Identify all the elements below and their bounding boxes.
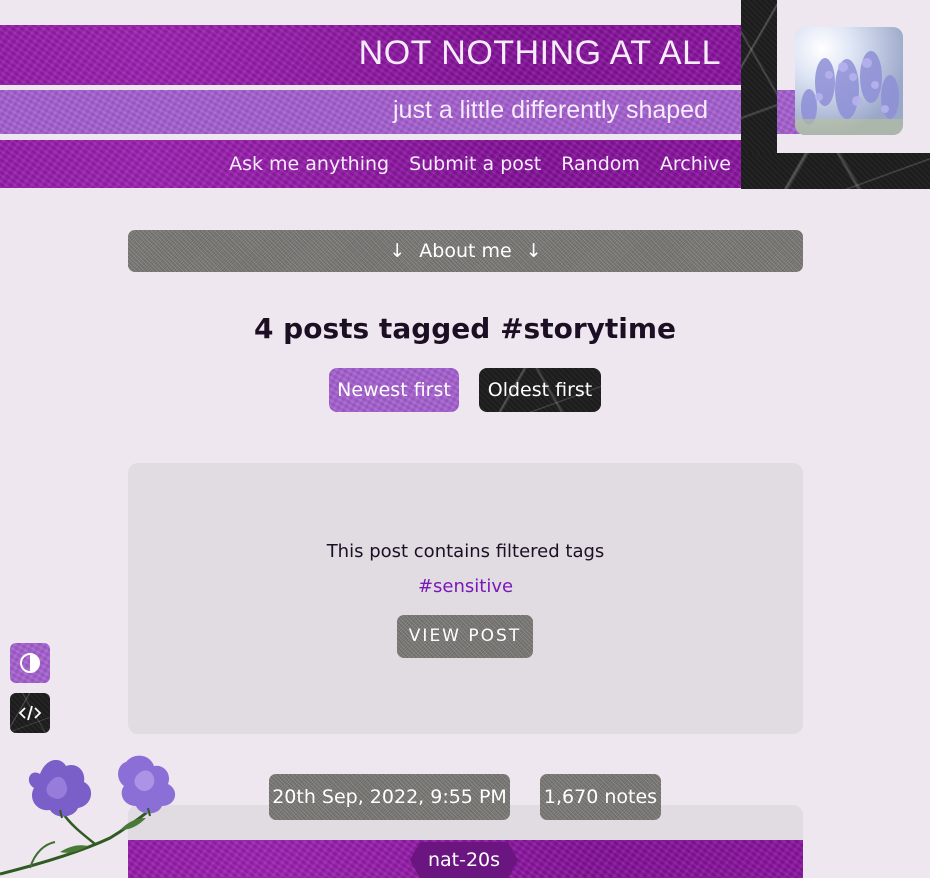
filtered-tags-notice: This post contains filtered tags xyxy=(326,541,605,562)
post-author-name[interactable]: nat-20s xyxy=(410,842,518,878)
tag-page-heading: 4 posts tagged #storytime xyxy=(253,312,677,345)
post-notes-count[interactable]: 1,670 notes xyxy=(540,774,661,820)
blog-title[interactable]: NOT NOTHING AT ALL xyxy=(0,25,741,85)
filtered-tag-link[interactable]: #sensitive xyxy=(128,576,803,597)
post-date-link[interactable]: 20th Sep, 2022, 9:55 PM xyxy=(269,774,510,820)
nav-ask-me-anything[interactable]: Ask me anything xyxy=(229,153,389,175)
about-me-toggle[interactable]: ↓ About me ↓ xyxy=(128,230,803,272)
arrow-down-icon: ↓ xyxy=(525,240,542,262)
contrast-toggle-button[interactable] xyxy=(10,643,50,683)
nav-archive[interactable]: Archive xyxy=(660,153,731,175)
sort-newest-first-button[interactable]: Newest first xyxy=(329,368,459,412)
top-navigation: Ask me anything Submit a post Random Arc… xyxy=(0,140,741,188)
contrast-icon xyxy=(20,653,40,673)
bellflower-decoration xyxy=(0,755,176,876)
code-view-button[interactable] xyxy=(10,693,50,733)
marble-decoration xyxy=(741,153,930,189)
code-icon xyxy=(18,705,42,721)
marble-decoration xyxy=(741,0,777,153)
about-me-label: About me xyxy=(419,240,512,262)
nav-submit-a-post[interactable]: Submit a post xyxy=(409,153,541,175)
wisteria-avatar-image xyxy=(795,27,903,135)
view-post-button[interactable]: VIEW POST xyxy=(397,615,533,658)
blog-subtitle: just a little differently shaped xyxy=(0,90,800,134)
nav-random[interactable]: Random xyxy=(561,153,640,175)
avatar[interactable] xyxy=(795,27,903,135)
sort-oldest-first-button[interactable]: Oldest first xyxy=(479,368,601,412)
filtered-post-card: This post contains filtered tags #sensit… xyxy=(128,463,803,734)
arrow-down-icon: ↓ xyxy=(389,240,406,262)
